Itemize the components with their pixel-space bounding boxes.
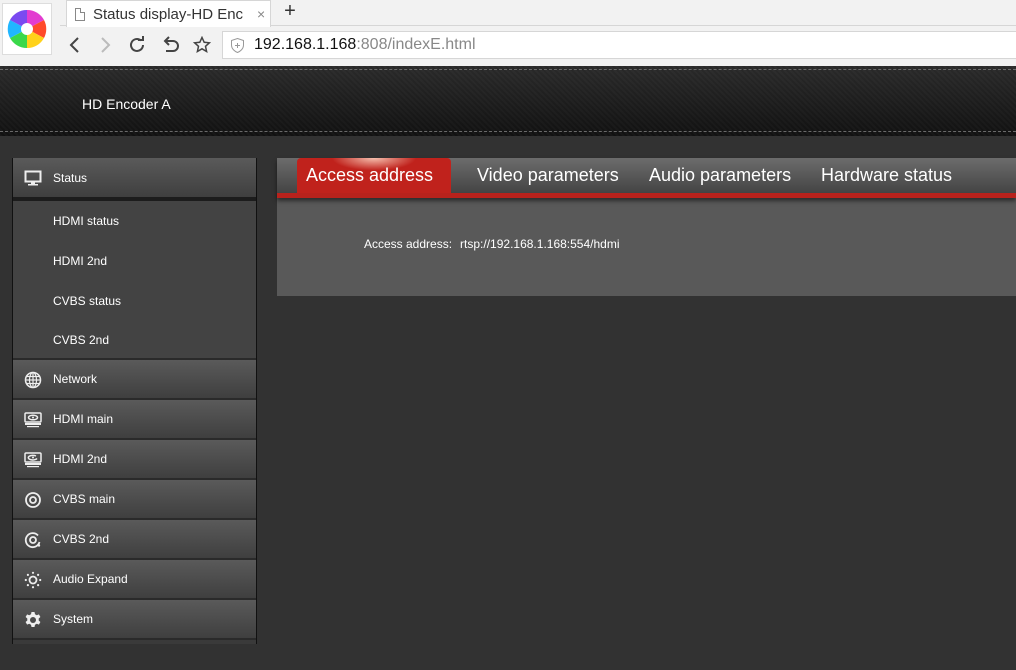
sidebar-item-audio-expand[interactable]: Audio Expand (13, 560, 256, 600)
gear-icon (24, 611, 42, 629)
sidebar-item-label: HDMI 2nd (53, 452, 108, 466)
tab-strip: Status display-HD Enc × + (60, 0, 1016, 27)
shield-icon (231, 37, 244, 53)
tab-bar: Access address Video parameters Audio pa… (277, 158, 1016, 198)
access-address-label: Access address: (364, 237, 453, 251)
tab-hardware-status[interactable]: Hardware status (821, 158, 952, 193)
star-icon (193, 36, 211, 54)
main-panel: Access address Video parameters Audio pa… (277, 158, 1016, 296)
app-header: HD Encoder A (0, 66, 1016, 136)
tab-video-parameters[interactable]: Video parameters (477, 158, 619, 193)
sidebar-item-cvbs-2nd[interactable]: CVBS 2nd (13, 520, 256, 560)
tab-audio-parameters[interactable]: Audio parameters (649, 158, 791, 193)
cvbs-main-icon (24, 491, 42, 509)
sidebar-item-label: Status (53, 170, 88, 185)
audio-expand-icon (24, 571, 42, 589)
reload-button[interactable] (126, 33, 148, 57)
sidebar-item-network[interactable]: Network (13, 360, 256, 400)
sidebar: Status HDMI status HDMI 2nd CVBS status … (12, 158, 257, 644)
sidebar-item-hdmi-main[interactable]: HDMI main (13, 400, 256, 440)
tab-close-icon[interactable]: × (257, 6, 265, 22)
submenu-item-hdmi-2nd[interactable]: HDMI 2nd (13, 241, 256, 281)
back-button[interactable] (64, 33, 86, 57)
undo-icon (163, 36, 179, 52)
forward-button[interactable] (94, 33, 116, 57)
sidebar-item-label: HDMI main (53, 412, 114, 426)
bookmark-button[interactable] (191, 33, 213, 57)
browser-logo-icon[interactable] (2, 3, 52, 55)
address-bar[interactable]: 192.168.1.168:808/indexE.html (222, 31, 1016, 59)
page-icon (75, 7, 85, 21)
sidebar-item-label: Audio Expand (53, 572, 128, 586)
status-submenu: HDMI status HDMI 2nd CVBS status CVBS 2n… (13, 201, 256, 360)
browser-tab[interactable]: Status display-HD Enc × (66, 0, 271, 27)
undo-button[interactable] (159, 33, 181, 57)
sidebar-item-system[interactable]: System (13, 600, 256, 640)
monitor-icon (24, 169, 42, 187)
cvbs-2nd-icon (24, 531, 42, 549)
new-tab-button[interactable]: + (280, 0, 300, 24)
sidebar-item-label: CVBS 2nd (53, 532, 110, 546)
submenu-item-cvbs-2nd[interactable]: CVBS 2nd (13, 321, 256, 360)
hdmi-2nd-icon (24, 451, 42, 469)
submenu-item-hdmi-status[interactable]: HDMI status (13, 201, 256, 241)
sidebar-item-cvbs-main[interactable]: CVBS main (13, 480, 256, 520)
sidebar-item-label: Network (53, 372, 98, 386)
sidebar-item-label: System (53, 612, 94, 626)
tab-title: Status display-HD Enc (93, 5, 244, 23)
sidebar-item-hdmi-2nd[interactable]: HDMI 2nd (13, 440, 256, 480)
submenu-item-cvbs-status[interactable]: CVBS status (13, 281, 256, 321)
hdmi-main-icon (24, 411, 42, 429)
sidebar-item-label: CVBS main (53, 492, 116, 506)
sidebar-item-status[interactable]: Status (13, 158, 256, 201)
nav-bar: 192.168.1.168:808/indexE.html (60, 27, 1016, 65)
forward-icon (101, 37, 111, 53)
globe-icon (24, 371, 42, 389)
device-name: HD Encoder A (82, 96, 171, 112)
tab-access-address[interactable]: Access address (297, 158, 451, 193)
url-host: 192.168.1.168 (254, 36, 357, 53)
reload-icon (130, 36, 144, 52)
browser-chrome: Status display-HD Enc × + 192.168.1.168:… (0, 0, 1016, 66)
back-icon (69, 37, 79, 53)
access-address-row: Access address: rtsp://192.168.1.168:554/… (364, 237, 620, 251)
url-path: :808/indexE.html (356, 36, 476, 53)
access-address-value: rtsp://192.168.1.168:554/hdmi (460, 237, 620, 251)
